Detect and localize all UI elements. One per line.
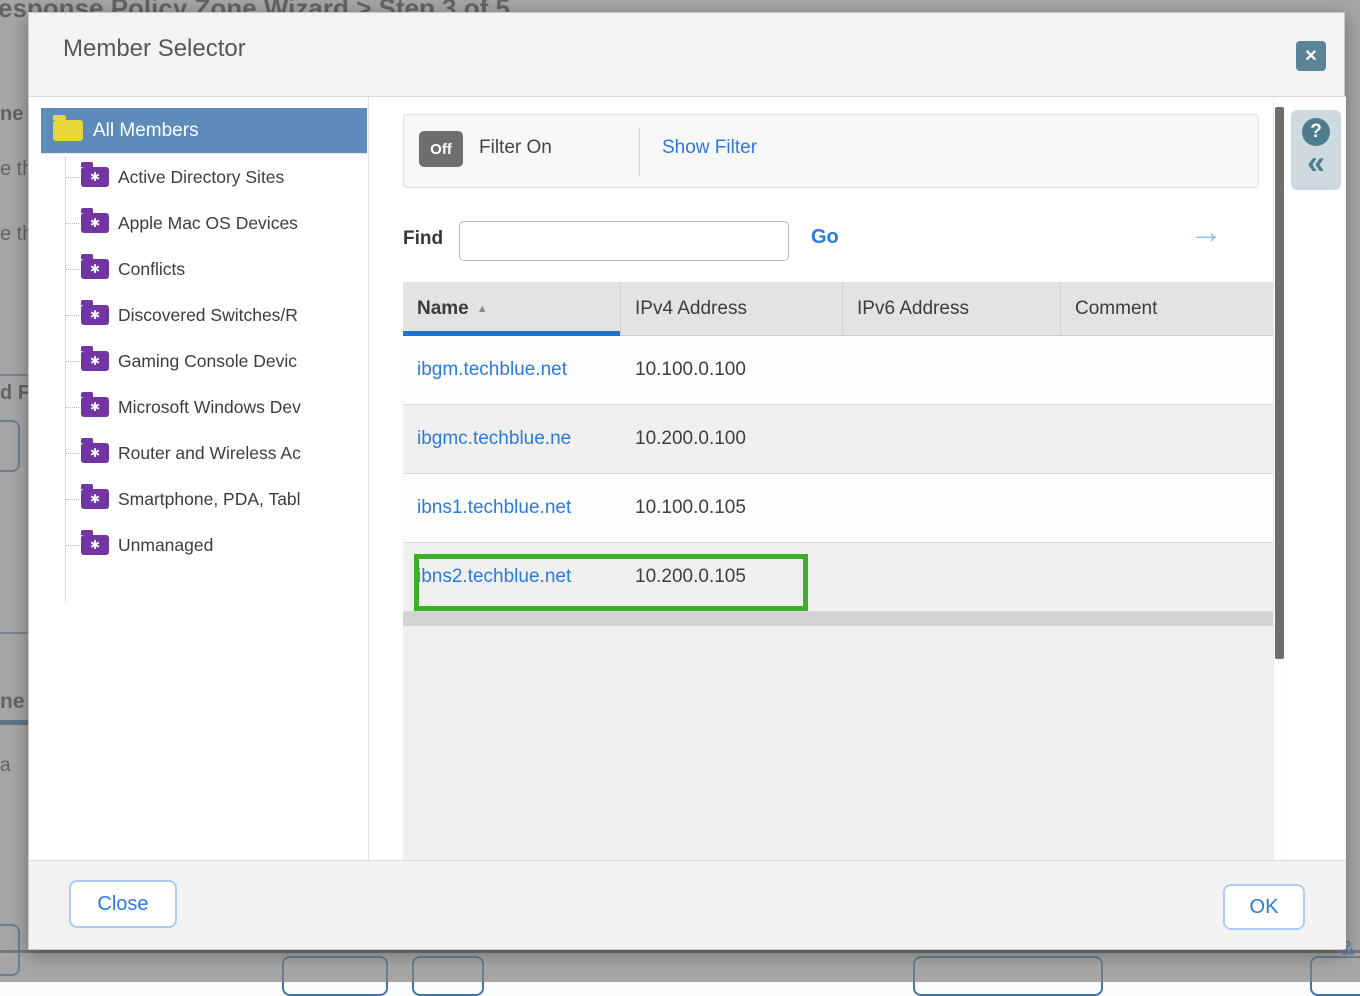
tree-item-label: Router and Wireless Ac	[118, 443, 301, 464]
table-row[interactable]: ibgm.techblue.net 10.100.0.100	[403, 336, 1273, 405]
side-icon-panel: ? «	[1291, 110, 1341, 190]
filter-toggle-button[interactable]: Off	[419, 131, 463, 167]
member-link[interactable]: ibns1.techblue.net	[417, 497, 571, 518]
ok-button[interactable]: OK	[1223, 884, 1305, 930]
column-label: IPv4 Address	[635, 298, 747, 320]
ipv4-cell: 10.200.0.100	[621, 428, 843, 450]
tree-item-label: Active Directory Sites	[118, 167, 284, 188]
vertical-scrollbar[interactable]	[1273, 97, 1285, 861]
column-header-comment[interactable]: Comment	[1061, 282, 1273, 335]
smart-folder-icon: ✱	[81, 305, 109, 325]
filter-divider	[639, 127, 640, 177]
smart-folder-icon: ✱	[81, 397, 109, 417]
member-link[interactable]: ibgmc.techblue.ne	[417, 428, 571, 449]
smart-folder-icon: ✱	[81, 489, 109, 509]
find-input[interactable]	[459, 221, 789, 261]
smart-folder-icon: ✱	[81, 443, 109, 463]
filter-bar: Off Filter On Show Filter	[403, 114, 1259, 188]
tree-item-label: Conflicts	[118, 259, 185, 280]
column-header-name[interactable]: Name ▲	[403, 282, 621, 335]
tree-item-microsoft-windows-devices[interactable]: ✱ Microsoft Windows Dev	[29, 384, 369, 430]
tree-item-router-wireless[interactable]: ✱ Router and Wireless Ac	[29, 430, 369, 476]
column-label: IPv6 Address	[857, 298, 969, 320]
collapse-panel-icon[interactable]: «	[1307, 148, 1325, 177]
next-page-arrow-icon[interactable]: →	[1189, 215, 1223, 249]
member-link[interactable]: ibgm.techblue.net	[417, 359, 567, 380]
close-icon[interactable]: ✕	[1296, 41, 1326, 71]
filter-on-label: Filter On	[479, 137, 552, 159]
tree-item-apple-mac-os-devices[interactable]: ✱ Apple Mac OS Devices	[29, 200, 369, 246]
help-icon[interactable]: ?	[1302, 118, 1330, 146]
find-label: Find	[403, 228, 443, 250]
tree-item-label: Apple Mac OS Devices	[118, 213, 298, 234]
tree-item-gaming-console-devices[interactable]: ✱ Gaming Console Devic	[29, 338, 369, 384]
table-row[interactable]: ibns1.techblue.net 10.100.0.105	[403, 474, 1273, 543]
ipv4-cell: 10.100.0.100	[621, 359, 843, 381]
table-empty-area	[403, 626, 1273, 861]
tree-item-active-directory-sites[interactable]: ✱ Active Directory Sites	[29, 154, 369, 200]
tree-item-conflicts[interactable]: ✱ Conflicts	[29, 246, 369, 292]
column-label: Comment	[1075, 298, 1157, 320]
show-filter-link[interactable]: Show Filter	[662, 137, 757, 159]
ipv4-cell: 10.200.0.105	[621, 566, 843, 588]
smart-folder-icon: ✱	[81, 213, 109, 233]
close-button[interactable]: Close	[69, 880, 177, 928]
scrollbar-thumb[interactable]	[1275, 107, 1284, 659]
tree-item-label: Unmanaged	[118, 535, 213, 556]
dialog-content: All Members ✱ Active Directory Sites ✱ A…	[29, 96, 1346, 861]
member-tree-panel: All Members ✱ Active Directory Sites ✱ A…	[29, 97, 369, 861]
member-selector-dialog: Member Selector ✕ All Members ✱ Active D…	[28, 12, 1345, 950]
smart-folder-icon: ✱	[81, 167, 109, 187]
column-header-ipv6[interactable]: IPv6 Address	[843, 282, 1061, 335]
tree-item-discovered-switches[interactable]: ✱ Discovered Switches/R	[29, 292, 369, 338]
tree-item-label: Discovered Switches/R	[118, 305, 298, 326]
table-row[interactable]: ibgmc.techblue.ne 10.200.0.100	[403, 405, 1273, 474]
tree-root-label: All Members	[93, 120, 199, 142]
tree-item-label: Microsoft Windows Dev	[118, 397, 301, 418]
tree-item-smartphone-pda-tablet[interactable]: ✱ Smartphone, PDA, Tabl	[29, 476, 369, 522]
tree-item-label: Gaming Console Devic	[118, 351, 297, 372]
sorted-column-indicator	[403, 331, 620, 336]
member-link[interactable]: ibns2.techblue.net	[417, 566, 571, 587]
table-row-highlighted[interactable]: ibns2.techblue.net 10.200.0.105	[403, 543, 1273, 612]
dialog-footer: Close OK	[29, 860, 1346, 949]
smart-folder-icon: ✱	[81, 351, 109, 371]
open-folder-icon	[53, 120, 83, 141]
members-table: Name ▲ IPv4 Address IPv6 Address Comment…	[403, 282, 1273, 612]
ipv4-cell: 10.100.0.105	[621, 497, 843, 519]
dialog-title: Member Selector	[63, 35, 246, 63]
column-header-ipv4[interactable]: IPv4 Address	[621, 282, 843, 335]
table-end-strip	[403, 612, 1273, 626]
tree-item-unmanaged[interactable]: ✱ Unmanaged	[29, 522, 369, 568]
table-header: Name ▲ IPv4 Address IPv6 Address Comment	[403, 282, 1273, 336]
smart-folder-icon: ✱	[81, 535, 109, 555]
smart-folder-icon: ✱	[81, 259, 109, 279]
tree-item-all-members[interactable]: All Members	[41, 108, 367, 154]
sort-asc-icon: ▲	[477, 303, 488, 315]
tree-item-label: Smartphone, PDA, Tabl	[118, 489, 301, 510]
go-link[interactable]: Go	[811, 226, 839, 249]
column-label: Name	[417, 298, 469, 320]
